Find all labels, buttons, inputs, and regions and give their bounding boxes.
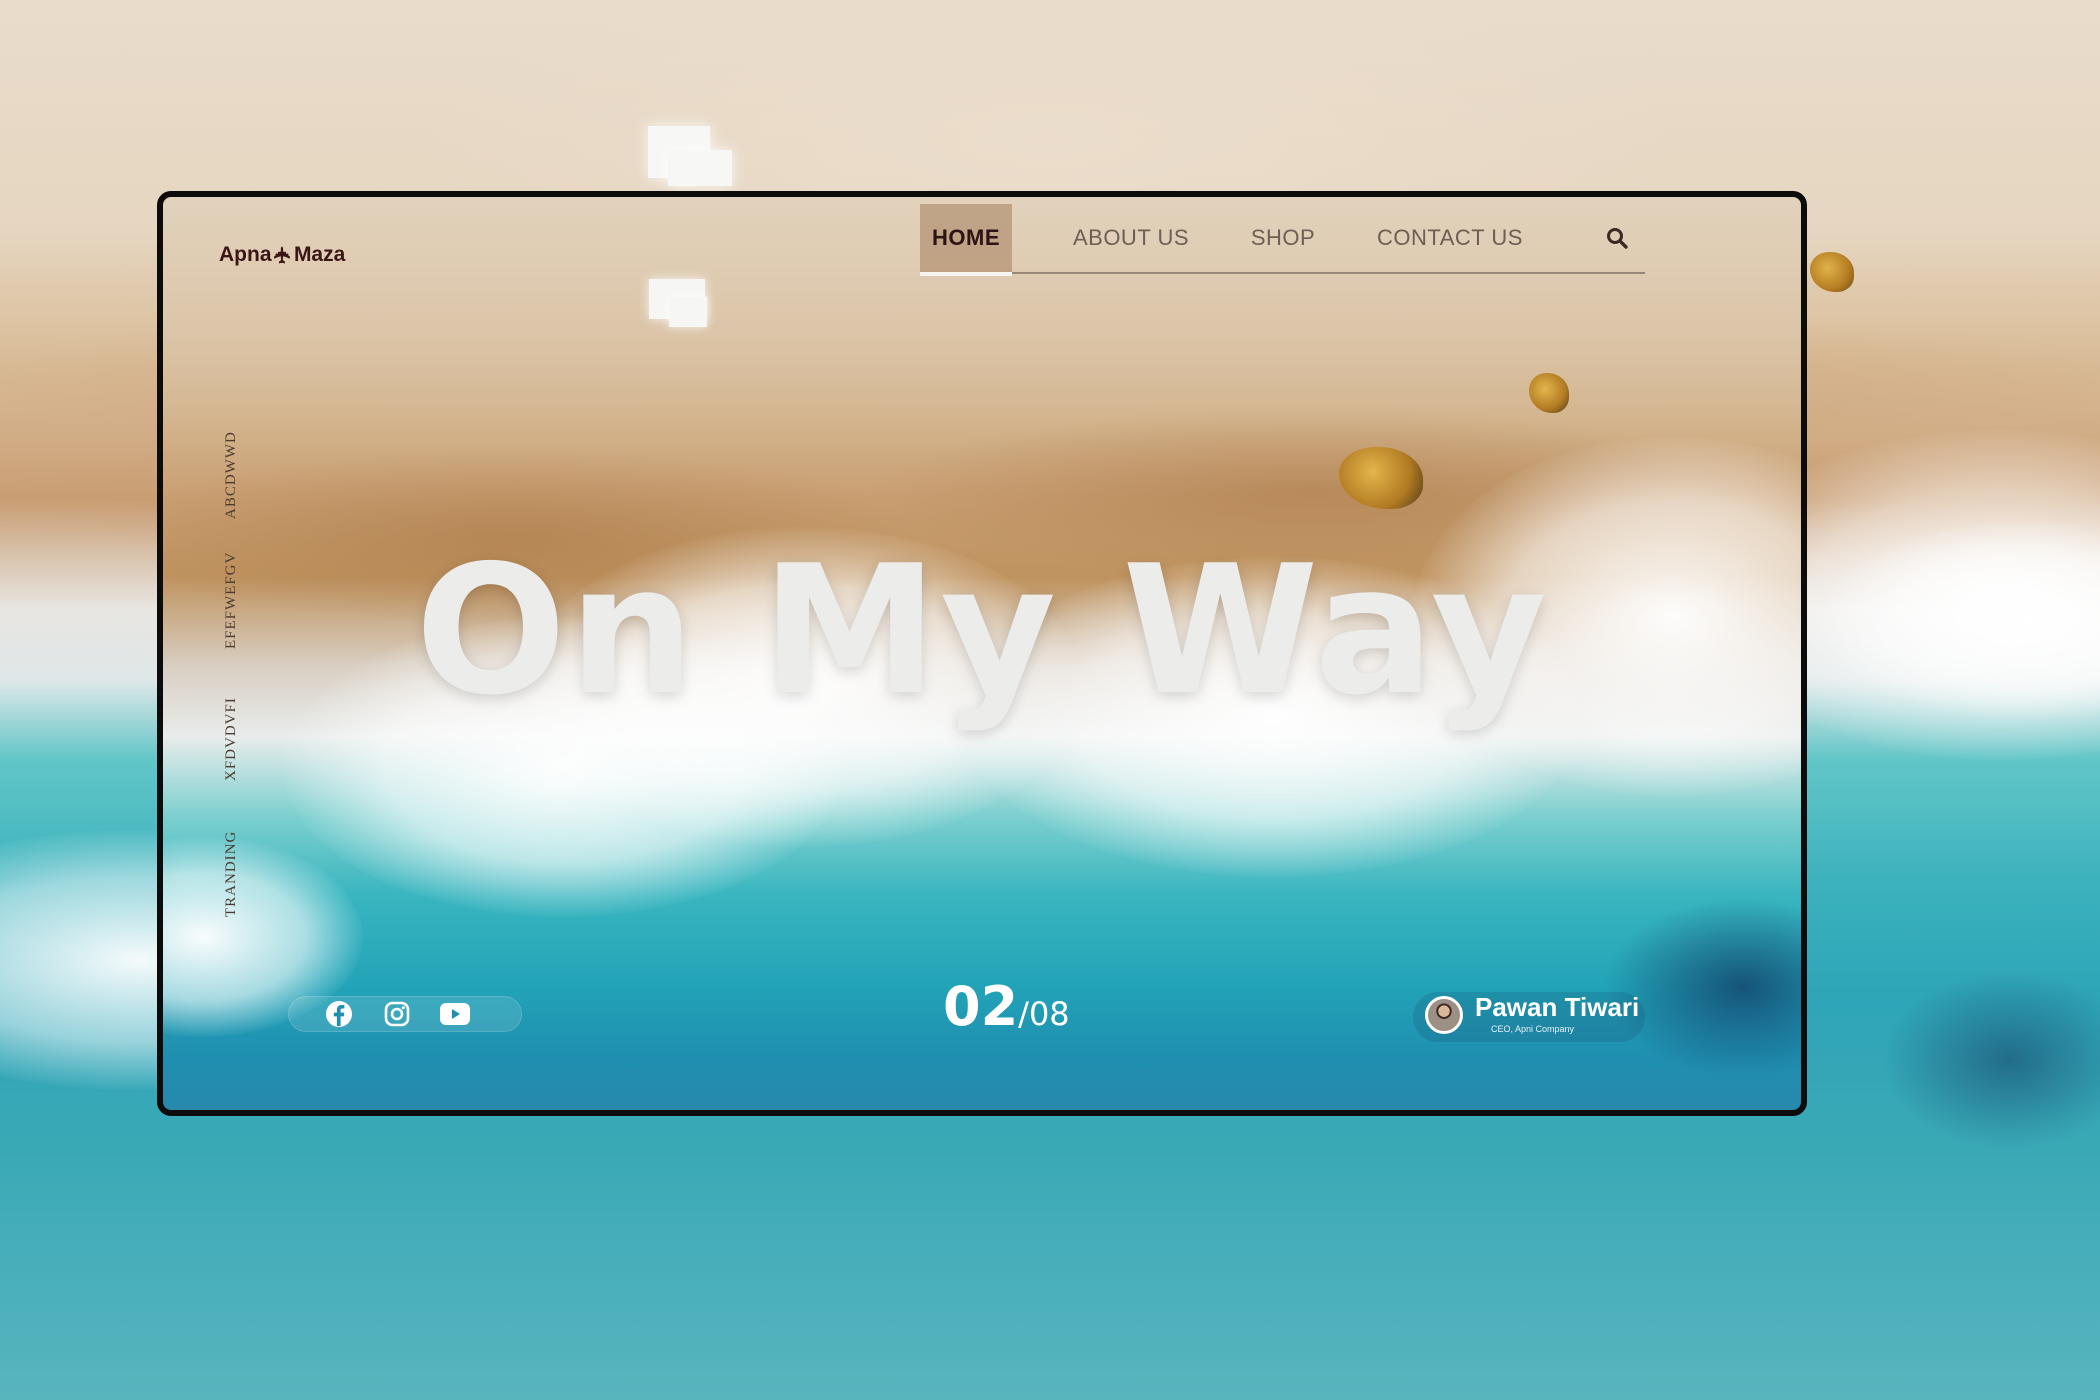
author-name: Pawan Tiwari — [1475, 992, 1640, 1022]
side-label-tranding[interactable]: TRANDING — [223, 831, 240, 917]
hero-title: On My Way — [415, 527, 1549, 734]
nav-about-us[interactable]: ABOUT US — [1060, 204, 1202, 272]
slide-separator: / — [1018, 995, 1029, 1033]
slide-total: 08 — [1028, 995, 1070, 1033]
main-navigation: HOME ABOUT US SHOP CONTACT US — [920, 204, 1645, 276]
author-profile[interactable]: Pawan Tiwari CEO, Apni Company — [1413, 992, 1645, 1042]
slide-current: 02 — [943, 975, 1019, 1038]
slide-counter: 02/08 — [943, 975, 1070, 1038]
side-label-abcdwwd[interactable]: ABCDWWD — [223, 431, 240, 519]
author-role: CEO, Apni Company — [1491, 1024, 1575, 1034]
airplane-icon: ✈ — [269, 245, 295, 265]
search-icon[interactable] — [1605, 226, 1629, 250]
brand-logo[interactable]: Apna ✈ Maza — [219, 243, 345, 267]
instagram-icon[interactable] — [381, 1000, 413, 1028]
nav-shop[interactable]: SHOP — [1238, 204, 1328, 272]
social-links — [289, 997, 521, 1031]
youtube-icon[interactable] — [439, 1000, 471, 1028]
nav-contact-us[interactable]: CONTACT US — [1360, 204, 1540, 272]
brand-name-left: Apna — [219, 243, 272, 266]
nav-home[interactable]: HOME — [920, 204, 1012, 272]
nav-active-indicator — [920, 272, 1012, 276]
avatar — [1425, 996, 1463, 1034]
website-mockup-frame: Apna ✈ Maza HOME ABOUT US SHOP CONTACT U… — [157, 191, 1807, 1116]
facebook-icon[interactable] — [323, 1000, 355, 1028]
brand-name-right: Maza — [293, 243, 346, 266]
